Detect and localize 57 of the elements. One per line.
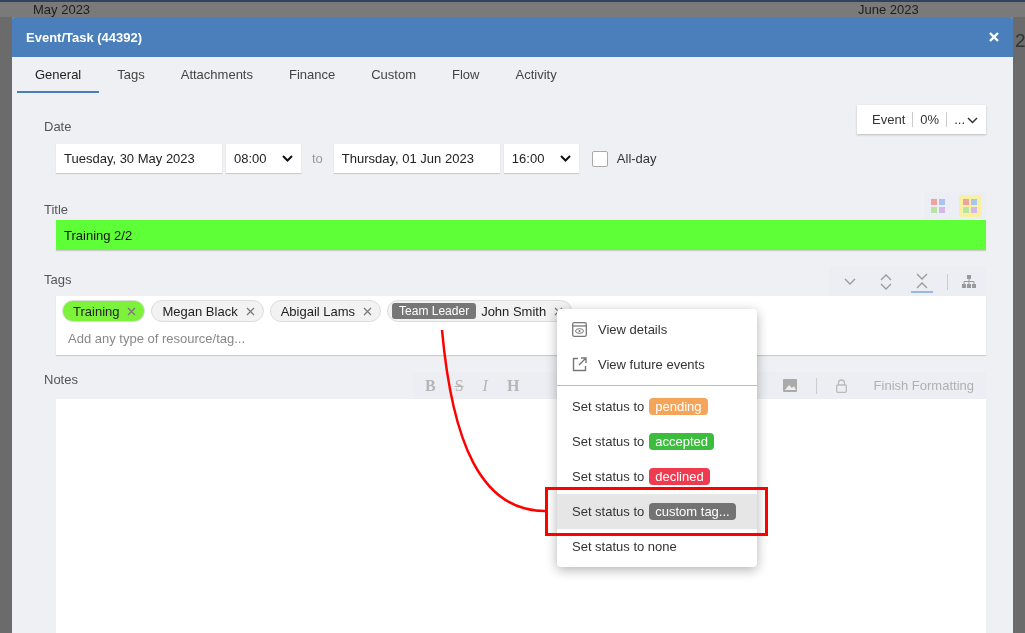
remove-icon[interactable] bbox=[363, 306, 373, 316]
menu-item[interactable]: Set status to custom tag... bbox=[557, 494, 757, 529]
date-field[interactable]: Thursday, 01 Jun 2023 bbox=[333, 144, 500, 173]
month-label: June 2023 bbox=[858, 2, 920, 17]
tag-chip[interactable]: Training bbox=[62, 300, 146, 322]
field-label: Title bbox=[44, 202, 69, 219]
tag-label: Megan Black bbox=[162, 303, 238, 319]
menu-item[interactable]: Set status to none bbox=[557, 529, 757, 564]
title-field[interactable]: Training 2/2 bbox=[56, 220, 986, 250]
type-selector[interactable]: Event 0% ... bbox=[857, 105, 986, 134]
external-link-icon bbox=[572, 357, 587, 372]
checkbox-label: All-day bbox=[616, 151, 657, 166]
caret-icon[interactable] bbox=[282, 155, 293, 162]
date-field[interactable]: Tuesday, 30 May 2023 bbox=[56, 144, 222, 173]
tab[interactable]: Finance bbox=[271, 57, 354, 93]
checkbox[interactable] bbox=[591, 150, 608, 167]
dialog-title: Event/Task (44392) bbox=[26, 29, 143, 45]
hierarchy-icon[interactable] bbox=[962, 275, 976, 288]
range-separator: to bbox=[312, 151, 323, 166]
tag-label: John Smith bbox=[481, 303, 547, 319]
menu-item[interactable]: Set status to accepted bbox=[557, 424, 757, 459]
remove-icon[interactable] bbox=[245, 306, 255, 316]
tab[interactable]: Attachments bbox=[162, 57, 271, 93]
field-label: Tags bbox=[44, 272, 72, 289]
caret-icon[interactable] bbox=[967, 117, 978, 124]
time-select[interactable]: 16:00 bbox=[503, 144, 579, 173]
tag-label: Abigail Lams bbox=[280, 303, 356, 319]
status-badge: custom tag... bbox=[649, 503, 736, 520]
status-badge: pending bbox=[649, 398, 708, 415]
color-grid-icon[interactable] bbox=[959, 195, 981, 217]
tag-chip[interactable]: Abigail Lams bbox=[269, 300, 382, 322]
tab[interactable]: Custom bbox=[353, 57, 435, 93]
tab[interactable]: Activity bbox=[497, 57, 575, 93]
eye-icon bbox=[572, 322, 587, 337]
tab[interactable]: General bbox=[17, 57, 100, 93]
field-label: Date bbox=[44, 119, 72, 134]
status-badge: declined bbox=[649, 468, 710, 485]
menu-item[interactable]: Set status to pending bbox=[557, 389, 757, 424]
caret-icon[interactable] bbox=[559, 155, 571, 162]
lock-icon[interactable] bbox=[835, 378, 847, 393]
role-label: Team Leader bbox=[392, 303, 477, 319]
remove-icon[interactable] bbox=[127, 306, 137, 316]
color-grid-icon[interactable] bbox=[929, 197, 947, 215]
tag-chip[interactable]: Megan Black bbox=[151, 300, 264, 322]
menu-item[interactable]: Set status to declined bbox=[557, 459, 757, 494]
remove-icon[interactable] bbox=[554, 306, 564, 316]
status-badge: accepted bbox=[649, 433, 715, 450]
close-icon[interactable] bbox=[989, 32, 999, 42]
field-label: Notes bbox=[44, 372, 78, 389]
date-number: 2 bbox=[1015, 30, 1025, 52]
month-label: May 2023 bbox=[33, 2, 92, 17]
tag-chip[interactable]: Team Leader John Smith bbox=[387, 300, 573, 322]
tag-label: Training bbox=[73, 303, 120, 319]
tab[interactable]: Flow bbox=[434, 57, 498, 93]
time-select[interactable]: 08:00 bbox=[226, 144, 301, 173]
image-icon[interactable] bbox=[782, 379, 797, 392]
tab[interactable]: Tags bbox=[99, 57, 163, 93]
